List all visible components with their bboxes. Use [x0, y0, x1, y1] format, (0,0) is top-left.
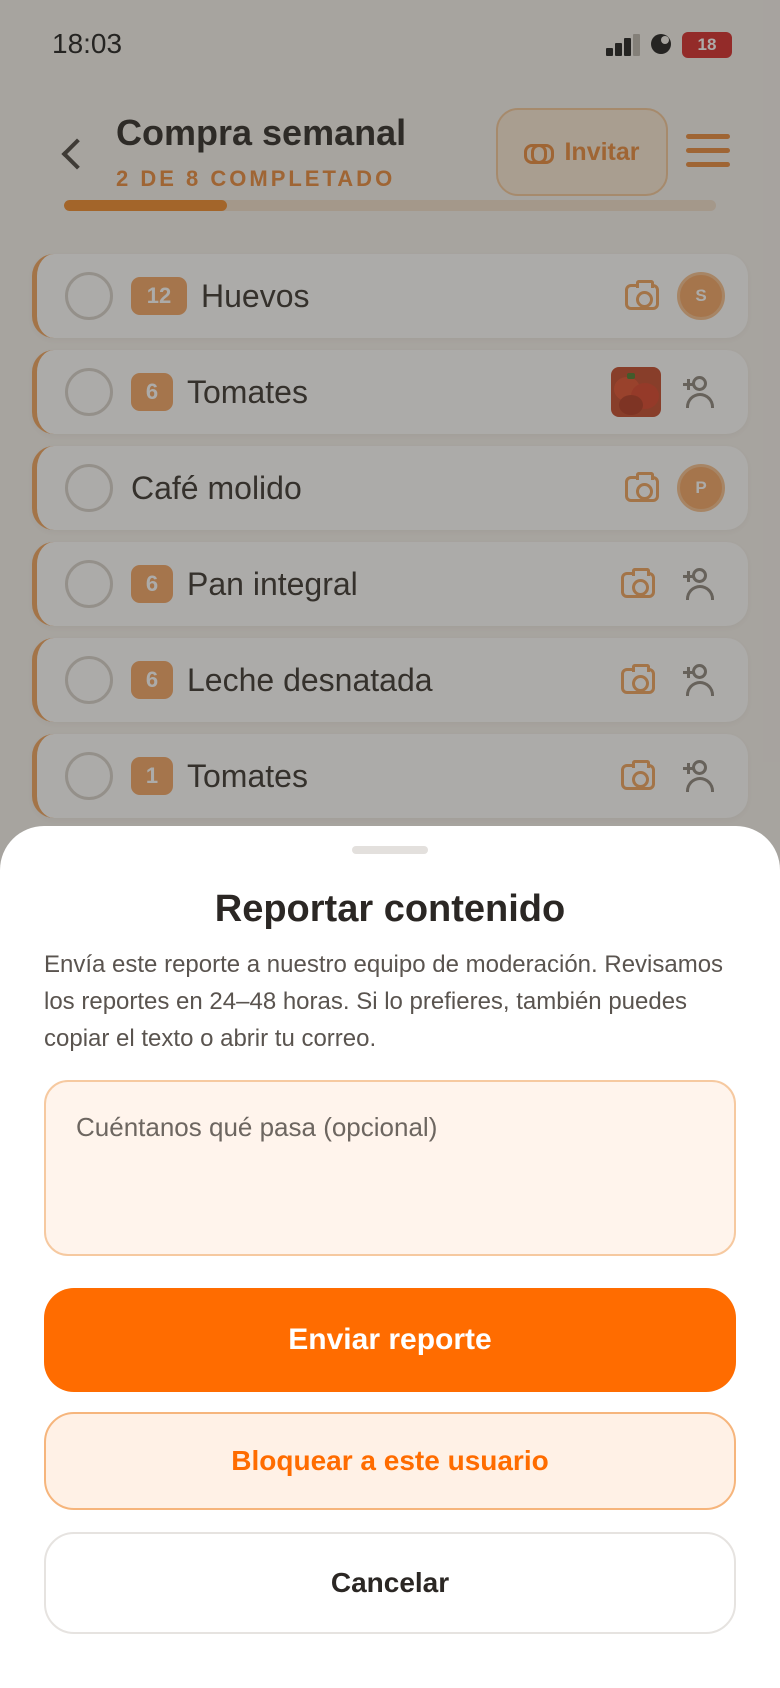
sheet-description: Envía este reporte a nuestro equipo de m…: [44, 951, 724, 1052]
cancel-button[interactable]: Cancelar: [44, 1532, 736, 1634]
report-bottom-sheet: Reportar contenido Envía este reporte a …: [0, 826, 780, 1688]
sheet-grabber[interactable]: [352, 846, 428, 854]
report-reason-input[interactable]: [44, 1080, 736, 1256]
send-report-button[interactable]: Enviar reporte: [44, 1288, 736, 1392]
block-user-button[interactable]: Bloquear a este usuario: [44, 1412, 736, 1510]
sheet-title: Reportar contenido: [214, 888, 566, 930]
